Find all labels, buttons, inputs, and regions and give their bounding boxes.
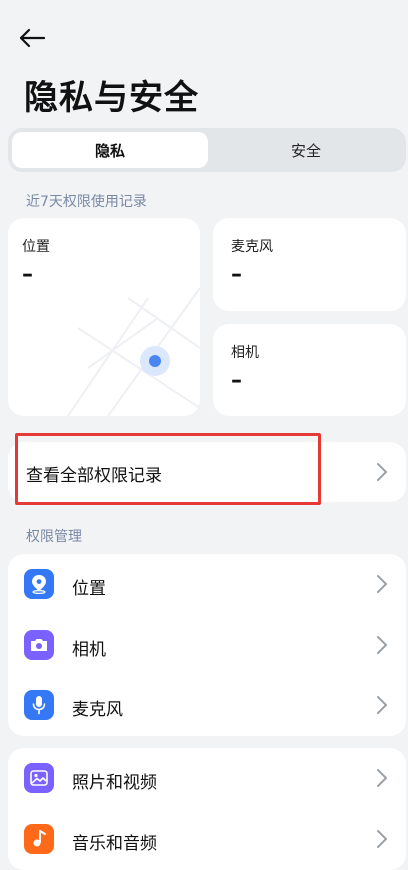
recent-usage-section-label: 近7天权限使用记录 — [26, 194, 147, 210]
back-button[interactable] — [18, 22, 58, 54]
permission-item-microphone[interactable]: 麦克风 — [8, 675, 406, 735]
permission-item-music-audio[interactable]: 音乐和音频 — [8, 809, 406, 869]
camera-icon — [24, 630, 54, 660]
camera-card-value: – — [231, 368, 242, 393]
camera-card-label: 相机 — [231, 345, 259, 361]
tab-security[interactable]: 安全 — [208, 132, 404, 168]
chevron-right-icon — [377, 575, 387, 593]
map-illustration — [67, 287, 200, 416]
permission-item-camera[interactable]: 相机 — [8, 615, 406, 675]
permission-item-label: 位置 — [72, 579, 106, 599]
permission-item-photos-videos[interactable]: 照片和视频 — [8, 748, 406, 808]
permission-list: 位置 相机 麦克风 — [8, 554, 406, 736]
microphone-card-value: – — [231, 262, 242, 287]
permission-item-label: 麦克风 — [72, 700, 123, 720]
view-all-records-label: 查看全部权限记录 — [26, 466, 162, 486]
permission-management-section-label: 权限管理 — [26, 529, 82, 545]
location-usage-card[interactable]: 位置 – — [8, 218, 200, 416]
page-title: 隐私与安全 — [24, 78, 199, 118]
chevron-right-icon — [377, 636, 387, 654]
chevron-right-icon — [377, 696, 387, 714]
chevron-right-icon — [377, 463, 387, 481]
media-permission-list: 照片和视频 音乐和音频 — [8, 748, 406, 870]
microphone-usage-card[interactable]: 麦克风 – — [213, 218, 406, 311]
back-arrow-icon — [19, 28, 46, 48]
chevron-right-icon — [377, 830, 387, 848]
permission-item-location[interactable]: 位置 — [8, 554, 406, 614]
permission-item-label: 相机 — [72, 640, 106, 660]
tab-privacy[interactable]: 隐私 — [12, 132, 208, 168]
segmented-tabs: 隐私 安全 — [8, 128, 406, 172]
music-icon — [24, 824, 54, 854]
permission-item-label: 音乐和音频 — [72, 834, 157, 854]
photo-icon — [24, 763, 54, 793]
chevron-right-icon — [377, 769, 387, 787]
permission-item-label: 照片和视频 — [72, 773, 157, 793]
microphone-icon — [24, 690, 54, 720]
location-icon — [24, 569, 54, 599]
camera-usage-card[interactable]: 相机 – — [213, 324, 406, 416]
microphone-card-label: 麦克风 — [231, 239, 273, 255]
view-all-records-row[interactable]: 查看全部权限记录 — [8, 442, 406, 502]
